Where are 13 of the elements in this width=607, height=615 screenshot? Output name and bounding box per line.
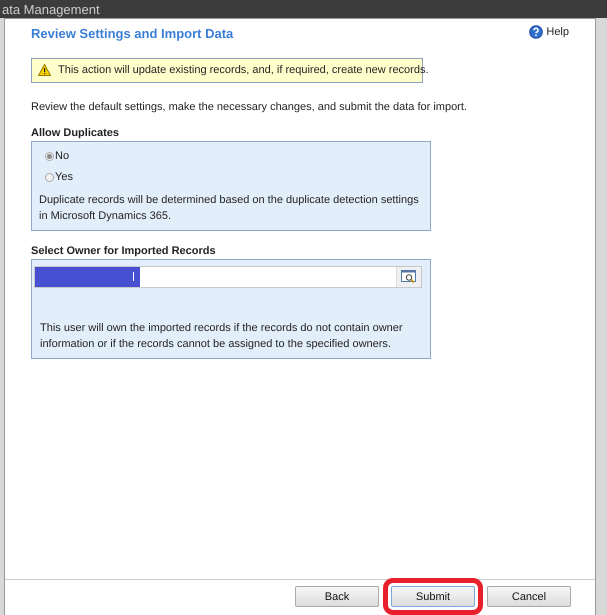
owner-note: This user will own the imported records if the records do not contain owner information or if the records cannot be assigned to the specified owners. <box>39 321 404 352</box>
warning-text: This action will update existing records, and, if required, create new records. <box>58 64 429 76</box>
instructions-text: Review the default settings, make the necessary changes, and submit the data for import. <box>31 101 468 113</box>
section-label: Allow Duplicates <box>31 127 120 139</box>
dialog-button[interactable]: Cancel <box>487 586 571 607</box>
dialog-title: Review Settings and Import Data <box>31 26 234 40</box>
radio-label[interactable]: No <box>55 150 70 162</box>
section-label: Select Owner for Imported Records <box>31 245 217 257</box>
dialog-button[interactable]: Back <box>295 586 379 607</box>
duplicates-note: Duplicate records will be determined based on the duplicate detection settings in Microsoft Dynamics 365. <box>39 193 420 224</box>
help-link[interactable]: Help <box>529 25 569 39</box>
radio-label[interactable]: Yes <box>55 171 73 183</box>
background-window-title: ata Management <box>2 1 100 18</box>
